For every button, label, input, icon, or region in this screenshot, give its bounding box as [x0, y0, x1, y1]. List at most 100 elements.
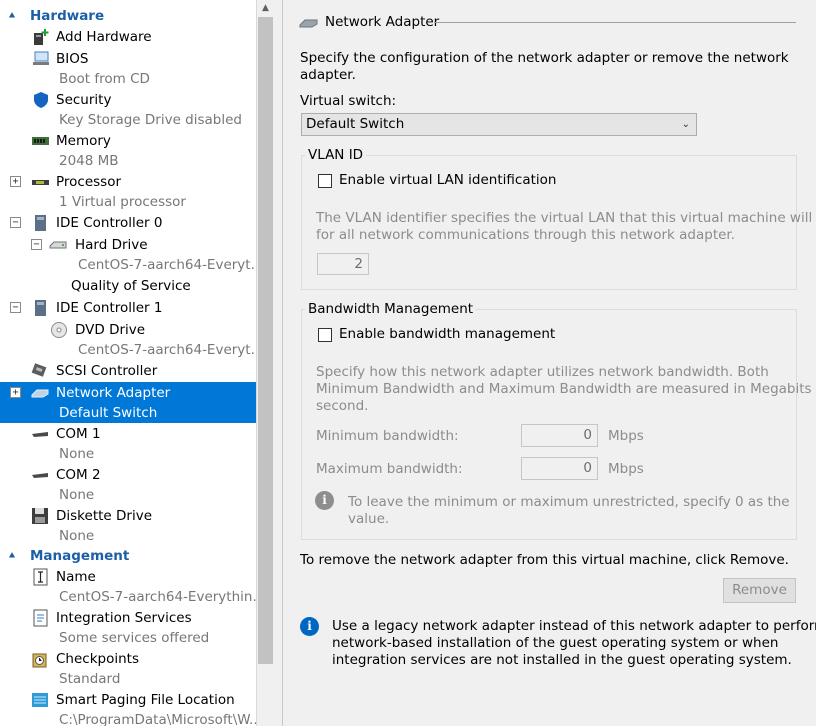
- collapse-icon[interactable]: −: [10, 217, 21, 228]
- tree-scrollbar[interactable]: ▲: [257, 0, 274, 726]
- tree-item-dvd-drive[interactable]: DVD Drive CentOS-7-aarch64-Everyt...: [0, 319, 256, 360]
- vlan-enable-checkbox[interactable]: [318, 174, 332, 188]
- com-port-icon: [32, 432, 48, 437]
- tree-item-name[interactable]: Name CentOS-7-aarch64-Everythin...: [0, 566, 256, 607]
- virtual-switch-select[interactable]: Default Switch ⌄: [301, 113, 697, 136]
- section-management[interactable]: ⯅ Management: [0, 546, 256, 566]
- remove-instructions: To remove the network adapter from this …: [300, 552, 789, 568]
- bandwidth-help-line-2: Minimum Bandwidth and Maximum Bandwidth …: [316, 381, 816, 397]
- tree-item-detail: None: [59, 528, 95, 544]
- tree-item-security[interactable]: Security Key Storage Drive disabled: [0, 89, 256, 130]
- max-bandwidth-input[interactable]: 0: [521, 457, 598, 480]
- description-line-2: adapter.: [300, 67, 356, 83]
- vlan-enable-label[interactable]: Enable virtual LAN identification: [339, 172, 556, 189]
- tree-item-detail: Standard: [59, 671, 121, 687]
- tree-item-detail: 1 Virtual processor: [59, 194, 186, 210]
- network-adapter-icon: [31, 389, 49, 398]
- scroll-up-arrow-icon[interactable]: ▲: [257, 0, 274, 17]
- min-bandwidth-label: Minimum bandwidth:: [316, 428, 459, 444]
- tree-item-bios[interactable]: BIOS Boot from CD: [0, 48, 256, 89]
- pane-splitter[interactable]: [274, 0, 283, 726]
- section-hardware[interactable]: ⯅ Hardware: [0, 6, 256, 26]
- tree-item-label: IDE Controller 0: [56, 215, 163, 231]
- collapse-chevron-icon[interactable]: ⯅: [8, 11, 30, 22]
- tree-item-label: Name: [56, 569, 96, 585]
- min-bandwidth-input[interactable]: 0: [521, 424, 598, 447]
- bandwidth-help-line-3: second.: [316, 398, 369, 414]
- collapse-chevron-icon[interactable]: ⯅: [8, 551, 30, 562]
- expand-icon[interactable]: +: [10, 387, 21, 398]
- tree-item-label: SCSI Controller: [56, 363, 158, 379]
- tree-item-label: Integration Services: [56, 610, 192, 626]
- hard-drive-icon: [49, 241, 67, 249]
- name-icon: [33, 568, 48, 586]
- processor-icon: [32, 180, 49, 185]
- diskette-icon: [32, 508, 48, 524]
- tree-item-scsi-controller[interactable]: SCSI Controller: [0, 360, 256, 382]
- vlan-group-title: VLAN ID: [305, 147, 367, 164]
- tree-item-label: Hard Drive: [75, 237, 148, 253]
- max-bandwidth-unit: Mbps: [608, 461, 644, 477]
- collapse-icon[interactable]: −: [31, 239, 42, 250]
- tree-item-processor[interactable]: + Processor 1 Virtual processor: [0, 171, 256, 212]
- memory-icon: [32, 137, 49, 145]
- virtual-switch-value: Default Switch: [306, 116, 405, 132]
- page-title: Network Adapter: [325, 14, 440, 30]
- scsi-controller-icon: [31, 363, 47, 377]
- legacy-note-line-1: Use a legacy network adapter instead of …: [332, 618, 816, 634]
- tree-item-smart-paging[interactable]: Smart Paging File Location C:\ProgramDat…: [0, 689, 256, 726]
- tree-item-label: Memory: [56, 133, 111, 149]
- tree-item-diskette-drive[interactable]: Diskette Drive None: [0, 505, 256, 546]
- expand-icon[interactable]: +: [10, 176, 21, 187]
- tree-item-quality-of-service[interactable]: Quality of Service: [0, 275, 256, 297]
- collapse-icon[interactable]: −: [10, 302, 21, 313]
- bandwidth-info-line-1: To leave the minimum or maximum unrestri…: [348, 494, 790, 510]
- tree-item-detail: CentOS-7-aarch64-Everythin...: [59, 589, 257, 605]
- tree-item-label: Add Hardware: [56, 29, 152, 45]
- tree-item-detail: Default Switch: [59, 405, 158, 421]
- tree-item-network-adapter[interactable]: + Network Adapter Default Switch: [0, 382, 256, 423]
- section-title: Hardware: [30, 8, 105, 24]
- tree-item-label: COM 1: [56, 426, 101, 442]
- tree-item-label: Checkpoints: [56, 651, 139, 667]
- tree-item-detail: CentOS-7-aarch64-Everyt...: [78, 342, 257, 358]
- bandwidth-info-line-2: value.: [348, 511, 390, 527]
- integration-services-icon: [33, 609, 48, 627]
- scroll-thumb[interactable]: [258, 17, 273, 664]
- tree-item-label: Diskette Drive: [56, 508, 152, 524]
- bandwidth-enable-label[interactable]: Enable bandwidth management: [339, 326, 555, 343]
- tree-item-label: Security: [56, 92, 112, 108]
- com-port-icon: [32, 473, 48, 478]
- tree-item-detail: Boot from CD: [59, 71, 150, 87]
- legacy-note-line-3: integration services are not installed i…: [332, 652, 792, 668]
- bandwidth-help-line-1: Specify how this network adapter utilize…: [316, 364, 769, 380]
- smart-paging-icon: [32, 693, 48, 707]
- remove-button[interactable]: Remove: [723, 578, 796, 603]
- tree-item-ide-controller-1[interactable]: − IDE Controller 1: [0, 297, 256, 319]
- title-rule: [434, 22, 796, 23]
- vlan-help-line-1: The VLAN identifier specifies the virtua…: [316, 210, 816, 226]
- tree-item-add-hardware[interactable]: Add Hardware: [0, 26, 256, 48]
- tree-item-integration-services[interactable]: Integration Services Some services offer…: [0, 607, 256, 648]
- tree-item-memory[interactable]: Memory 2048 MB: [0, 130, 256, 171]
- tree-item-detail: 2048 MB: [59, 153, 119, 169]
- bandwidth-enable-checkbox[interactable]: [318, 328, 332, 342]
- info-icon: i: [300, 617, 319, 636]
- tree-item-com-2[interactable]: COM 2 None: [0, 464, 256, 505]
- tree-item-detail: None: [59, 487, 95, 503]
- hardware-tree[interactable]: ⯅ Hardware Add Hardware BIOS Boot from C…: [0, 0, 257, 726]
- tree-item-hard-drive[interactable]: − Hard Drive CentOS-7-aarch64-Everyt...: [0, 234, 256, 275]
- tree-item-com-1[interactable]: COM 1 None: [0, 423, 256, 464]
- info-icon: i: [315, 491, 334, 510]
- tree-item-ide-controller-0[interactable]: − IDE Controller 0: [0, 212, 256, 234]
- tree-item-label: Quality of Service: [71, 278, 191, 294]
- description-line-1: Specify the configuration of the network…: [300, 50, 789, 66]
- legacy-note-line-2: network-based installation of the guest …: [332, 635, 779, 651]
- chevron-down-icon: ⌄: [681, 119, 690, 130]
- tree-item-detail: Key Storage Drive disabled: [59, 112, 242, 128]
- dvd-drive-icon: [51, 322, 67, 338]
- vlan-id-input[interactable]: 2: [317, 253, 369, 275]
- tree-item-label: Smart Paging File Location: [56, 692, 235, 708]
- tree-item-checkpoints[interactable]: Checkpoints Standard: [0, 648, 256, 689]
- add-hardware-icon: [34, 29, 49, 45]
